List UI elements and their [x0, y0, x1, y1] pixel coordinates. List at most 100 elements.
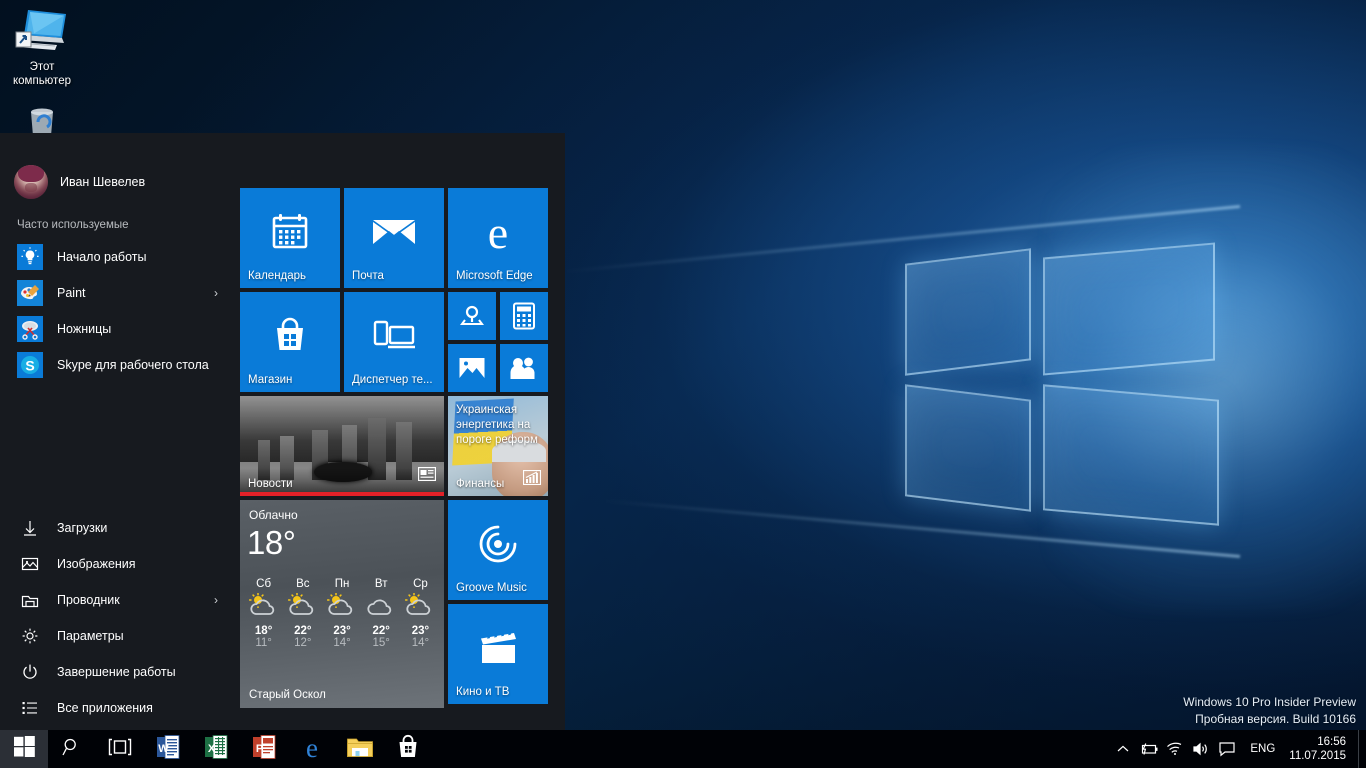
forecast-high: 23°	[401, 625, 440, 637]
forecast-day-name: Ср	[401, 578, 440, 590]
forecast-day: Ср 23° 14°	[401, 578, 440, 649]
sun-cloud-icon	[247, 605, 281, 622]
forecast-day-name: Сб	[244, 578, 283, 590]
calculator-icon	[500, 292, 548, 340]
watermark-line-2: Пробная версия. Build 10166	[1183, 711, 1356, 728]
svg-text:S: S	[25, 358, 34, 374]
taskbar-store-button[interactable]	[384, 730, 432, 768]
desktop-icon-this-pc-label: Этот компьютер	[13, 61, 71, 87]
desktop-icon-this-pc[interactable]: Этот компьютер	[0, 6, 84, 88]
tile-device-manager-label: Диспетчер те...	[352, 374, 433, 386]
forecast-high: 22°	[283, 625, 322, 637]
start-item-label: Проводник	[57, 593, 120, 607]
taskbar-powerpoint-button[interactable]: P	[240, 730, 288, 768]
language-indicator[interactable]: ENG	[1240, 743, 1285, 755]
start-menu-places: Загрузки Изображения	[0, 510, 238, 730]
volume-icon[interactable]	[1188, 730, 1214, 768]
wifi-icon[interactable]	[1162, 730, 1188, 768]
start-menu-tiles-panel: Календарь Почта e	[238, 133, 565, 730]
taskbar-search-button[interactable]	[48, 730, 96, 768]
tile-maps[interactable]	[448, 292, 496, 340]
start-item-shutdown[interactable]: Завершение работы	[0, 654, 238, 690]
people-icon	[500, 344, 548, 392]
start-item-pictures[interactable]: Изображения	[0, 546, 238, 582]
finance-chart-icon	[523, 470, 541, 490]
news-accent-bar	[240, 492, 444, 496]
forecast-low: 15°	[362, 637, 401, 649]
forecast-low: 11°	[244, 637, 283, 649]
forecast-low: 14°	[401, 637, 440, 649]
avatar[interactable]	[14, 165, 48, 199]
battery-icon[interactable]	[1136, 730, 1162, 768]
weather-city: Старый Оскол	[249, 689, 326, 701]
tile-finance[interactable]: Украинская энергетика на пороге реформ Ф…	[448, 396, 548, 496]
forecast-high: 22°	[362, 625, 401, 637]
tile-device-manager[interactable]: Диспетчер те...	[344, 292, 444, 392]
forecast-high: 23°	[322, 625, 361, 637]
powerpoint-icon: P	[251, 734, 277, 765]
start-item-label: Все приложения	[57, 701, 153, 715]
tile-finance-label: Финансы	[456, 478, 504, 490]
tile-calendar-label: Календарь	[248, 270, 306, 282]
start-item-snipping-tool[interactable]: Ножницы	[0, 311, 238, 347]
maps-pin-icon	[448, 292, 496, 340]
tile-photos[interactable]	[448, 344, 496, 392]
action-center-icon[interactable]	[1214, 730, 1240, 768]
forecast-day-name: Вт	[362, 578, 401, 590]
start-button[interactable]	[0, 730, 48, 768]
taskbar-excel-button[interactable]: X	[192, 730, 240, 768]
chevron-right-icon[interactable]: ›	[214, 593, 218, 607]
tile-store[interactable]: Магазин	[240, 292, 340, 392]
tile-weather[interactable]: Облачно 18° Сб 18° 11°	[240, 500, 444, 708]
chevron-right-icon[interactable]: ›	[214, 286, 218, 300]
clock-date: 11.07.2015	[1289, 749, 1346, 763]
watermark-line-1: Windows 10 Pro Insider Preview	[1183, 694, 1356, 711]
taskbar-edge-button[interactable]: e	[288, 730, 336, 768]
start-item-label: Параметры	[57, 629, 124, 643]
tile-calculator[interactable]	[500, 292, 548, 340]
tile-grid: Календарь Почта e	[240, 188, 560, 712]
taskbar-word-button[interactable]: W	[144, 730, 192, 768]
tile-mail[interactable]: Почта	[344, 188, 444, 288]
windows-watermark: Windows 10 Pro Insider Preview Пробная в…	[1183, 694, 1356, 728]
start-user-row[interactable]: Иван Шевелев	[0, 133, 238, 205]
clock[interactable]: 16:56 11.07.2015	[1285, 735, 1358, 763]
start-item-file-explorer[interactable]: Проводник ›	[0, 582, 238, 618]
tile-news-label: Новости	[248, 478, 293, 490]
svg-text:e: e	[306, 733, 318, 761]
start-item-all-apps[interactable]: Все приложения	[0, 690, 238, 726]
taskbar-task-view-button[interactable]	[96, 730, 144, 768]
svg-text:X: X	[208, 743, 216, 755]
svg-text:e: e	[488, 208, 508, 256]
tile-calendar[interactable]: Календарь	[240, 188, 340, 288]
start-item-label: Skype для рабочего стола	[57, 358, 209, 372]
start-menu[interactable]: Иван Шевелев Часто используемые Начало р…	[0, 133, 565, 730]
tile-edge[interactable]: e Microsoft Edge	[448, 188, 548, 288]
snipping-tool-icon	[17, 316, 43, 342]
start-item-downloads[interactable]: Загрузки	[0, 510, 238, 546]
start-item-settings[interactable]: Параметры	[0, 618, 238, 654]
tile-movies-tv[interactable]: Кино и ТВ	[448, 604, 548, 704]
start-item-getting-started[interactable]: Начало работы	[0, 239, 238, 275]
weather-current-temp: 18°	[247, 524, 295, 562]
monitor-icon	[0, 6, 84, 58]
show-desktop-button[interactable]	[1358, 730, 1366, 768]
chevron-up-icon[interactable]	[1110, 730, 1136, 768]
start-item-paint[interactable]: Paint ›	[0, 275, 238, 311]
tile-people[interactable]	[500, 344, 548, 392]
store-icon	[395, 734, 421, 765]
tile-groove-music[interactable]: Groove Music	[448, 500, 548, 600]
tile-news[interactable]: Новости	[240, 396, 444, 496]
system-tray: ENG 16:56 11.07.2015	[1110, 730, 1366, 768]
tile-mail-label: Почта	[352, 270, 384, 282]
tile-store-label: Магазин	[248, 374, 292, 386]
pictures-icon	[17, 551, 43, 577]
taskbar[interactable]: W X P	[0, 730, 1366, 768]
file-explorer-icon	[17, 587, 43, 613]
wallpaper-pane-3	[905, 384, 1031, 511]
excel-icon: X	[203, 734, 229, 765]
frequent-apps-heading: Часто используемые	[0, 205, 238, 239]
taskbar-file-explorer-button[interactable]	[336, 730, 384, 768]
wallpaper-pane-2	[1043, 242, 1215, 375]
start-item-skype[interactable]: S Skype для рабочего стола	[0, 347, 238, 383]
